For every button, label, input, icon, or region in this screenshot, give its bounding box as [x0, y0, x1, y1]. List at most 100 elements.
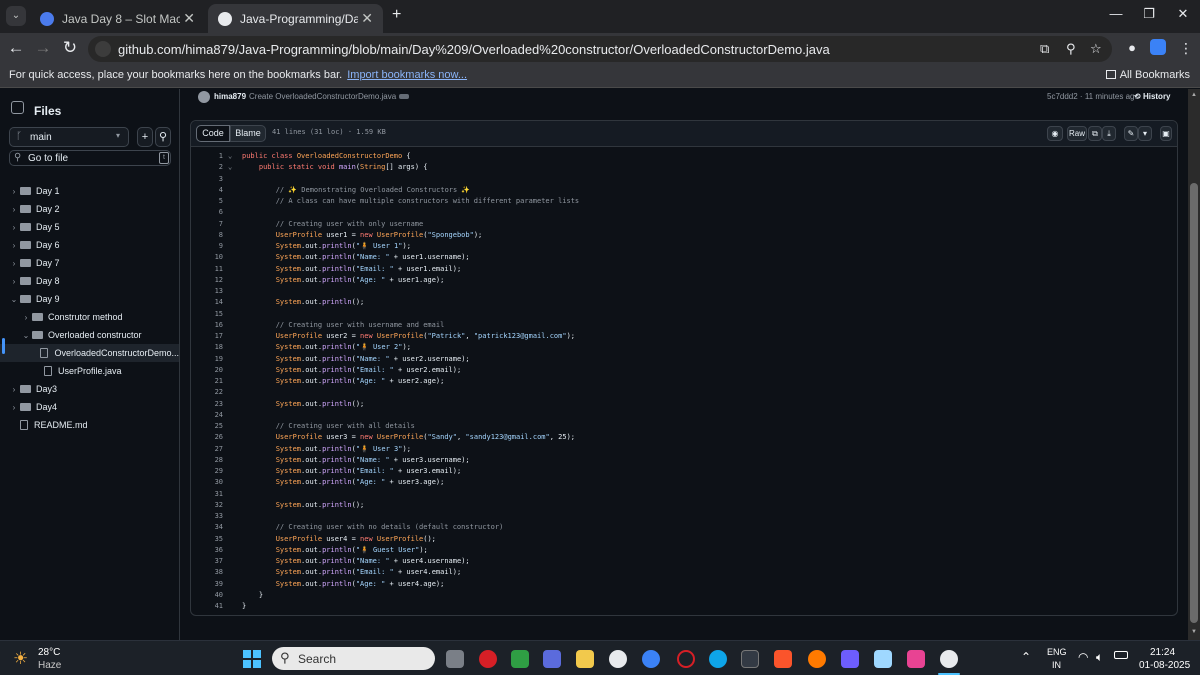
notepad-icon[interactable] [874, 650, 892, 668]
code-line[interactable]: UserProfile user3 = new UserProfile("San… [242, 432, 575, 443]
line-number[interactable]: 19 [191, 354, 223, 365]
line-number[interactable]: 27 [191, 444, 223, 455]
edit-pencil-icon[interactable]: ✎ [1124, 126, 1138, 141]
weather-temp[interactable]: 28°C [38, 647, 60, 658]
address-bar[interactable]: github.com/hima879/Java-Programming/blob… [88, 36, 1112, 62]
tree-folder[interactable]: ⌄ Day 9 [0, 290, 179, 308]
scroll-up-arrow-icon[interactable]: ▲ [1191, 92, 1197, 98]
code-line[interactable]: System.out.println("Age: " + user4.age); [242, 579, 445, 590]
fold-chevron-icon[interactable]: ⌄ [228, 162, 232, 173]
tab-java-day-8[interactable]: Java Day 8 – Slot Machine G ✕ [30, 4, 205, 33]
line-number[interactable]: 4 [191, 185, 223, 196]
collapse-sidebar-icon[interactable] [11, 101, 24, 114]
line-number[interactable]: 1 [191, 151, 223, 162]
line-number[interactable]: 37 [191, 556, 223, 567]
weather-desc[interactable]: Haze [38, 660, 61, 671]
line-number[interactable]: 35 [191, 534, 223, 545]
line-number[interactable]: 6 [191, 207, 223, 218]
scrollbar-thumb[interactable] [1190, 183, 1198, 623]
copy-icon[interactable]: ⧉ [1088, 126, 1102, 141]
restore-icon[interactable]: ❐ [1139, 6, 1159, 22]
install-app-icon[interactable]: ⧉ [1040, 41, 1049, 57]
line-number[interactable]: 23 [191, 399, 223, 410]
menu-dots-icon[interactable]: ⋮ [1176, 38, 1196, 58]
opera-icon[interactable] [479, 650, 497, 668]
line-number[interactable]: 22 [191, 387, 223, 398]
commit-sha[interactable]: 5c7ddd2 [1047, 92, 1078, 101]
edge-icon[interactable] [709, 650, 727, 668]
line-number[interactable]: 28 [191, 455, 223, 466]
line-number[interactable]: 24 [191, 410, 223, 421]
go-to-file-input[interactable]: ⚲ Go to file t [9, 150, 171, 166]
line-number[interactable]: 15 [191, 309, 223, 320]
line-number[interactable]: 38 [191, 567, 223, 578]
minimize-icon[interactable]: — [1106, 6, 1126, 21]
tree-folder[interactable]: › Day 7 [0, 254, 179, 272]
clock-date[interactable]: 01-08-2025 [1139, 660, 1190, 671]
code-line[interactable]: System.out.println("Name: " + user4.user… [242, 556, 470, 567]
avatar[interactable] [198, 91, 210, 103]
code-line[interactable]: } [242, 601, 246, 612]
code-line[interactable]: System.out.println("Name: " + user2.user… [242, 354, 470, 365]
code-line[interactable]: System.out.println(); [242, 399, 365, 410]
chrome-active-icon[interactable] [940, 650, 958, 668]
chevron-up-icon[interactable]: ⌃ [1021, 650, 1031, 664]
line-number[interactable]: 2 [191, 162, 223, 173]
microsoft-store-icon[interactable] [543, 650, 561, 668]
line-number[interactable]: 41 [191, 601, 223, 612]
line-number[interactable]: 29 [191, 466, 223, 477]
chevron-right-icon[interactable]: › [8, 259, 20, 268]
line-number[interactable]: 36 [191, 545, 223, 556]
tree-folder[interactable]: › Day 8 [0, 272, 179, 290]
close-icon[interactable]: ✕ [183, 10, 195, 27]
tree-file[interactable]: UserProfile.java [0, 362, 179, 380]
code-line[interactable]: // ✨ Demonstrating Overloaded Constructo… [242, 185, 470, 196]
line-number[interactable]: 33 [191, 511, 223, 522]
app-icon-purple[interactable] [841, 650, 859, 668]
commit-message[interactable]: Create OverloadedConstructorDemo.java [249, 92, 396, 101]
download-icon[interactable]: ⤓ [1102, 126, 1116, 141]
line-number[interactable]: 9 [191, 241, 223, 252]
battery-icon[interactable] [1114, 651, 1128, 659]
profile-icon[interactable]: ● [1122, 38, 1142, 58]
ellipsis-icon[interactable] [399, 94, 409, 99]
tree-folder[interactable]: › Day 6 [0, 236, 179, 254]
add-file-button[interactable]: + [137, 127, 153, 147]
window-close-icon[interactable]: ✕ [1173, 6, 1193, 22]
tab-overloaded-constructor[interactable]: Java-Programming/Day 9/Over ✕ [208, 4, 383, 33]
line-number[interactable]: 26 [191, 432, 223, 443]
opera-gx-icon[interactable] [677, 650, 695, 668]
chevron-down-icon[interactable]: ⌄ [20, 331, 32, 340]
forward-arrow-icon[interactable]: → [33, 38, 53, 58]
line-number[interactable]: 18 [191, 342, 223, 353]
code-line[interactable]: // Creating user with username and email [242, 320, 445, 331]
branch-selector[interactable]: ᚴ main ▾ [9, 127, 129, 147]
bookmark-star-icon[interactable]: ☆ [1090, 41, 1102, 57]
tree-file[interactable]: README.md [0, 416, 179, 434]
line-number[interactable]: 7 [191, 219, 223, 230]
line-number[interactable]: 5 [191, 196, 223, 207]
tab-search-chevron-icon[interactable]: ⌄ [6, 6, 26, 26]
back-arrow-icon[interactable]: ← [6, 38, 26, 58]
edit-options-caret-icon[interactable]: ▾ [1138, 126, 1152, 141]
code-line[interactable]: System.out.println("Age: " + user2.age); [242, 376, 445, 387]
code-line[interactable]: System.out.println("🧍 User 1"); [242, 241, 411, 252]
tree-folder[interactable]: › Day 2 [0, 200, 179, 218]
tree-folder[interactable]: › Construtor method [0, 308, 179, 326]
chevron-down-icon[interactable]: ⌄ [8, 295, 20, 304]
code-line[interactable]: System.out.println("Email: " + user3.ema… [242, 466, 461, 477]
clock-time[interactable]: 21:24 [1150, 647, 1175, 658]
volume-icon[interactable]: 🔈︎ [1096, 650, 1103, 665]
line-number[interactable]: 30 [191, 477, 223, 488]
blame-tab[interactable]: Blame [230, 125, 266, 142]
code-line[interactable]: UserProfile user1 = new UserProfile("Spo… [242, 230, 483, 241]
brave-icon[interactable] [774, 650, 792, 668]
language-line1[interactable]: ENG [1047, 647, 1067, 657]
app-icon-blue[interactable] [642, 650, 660, 668]
code-line[interactable]: System.out.println("Name: " + user1.user… [242, 252, 470, 263]
language-line2[interactable]: IN [1052, 660, 1061, 670]
tree-folder[interactable]: › Day4 [0, 398, 179, 416]
code-line[interactable]: System.out.println("Age: " + user3.age); [242, 477, 445, 488]
code-line[interactable]: System.out.println("Age: " + user1.age); [242, 275, 445, 286]
file-explorer-icon[interactable] [576, 650, 594, 668]
